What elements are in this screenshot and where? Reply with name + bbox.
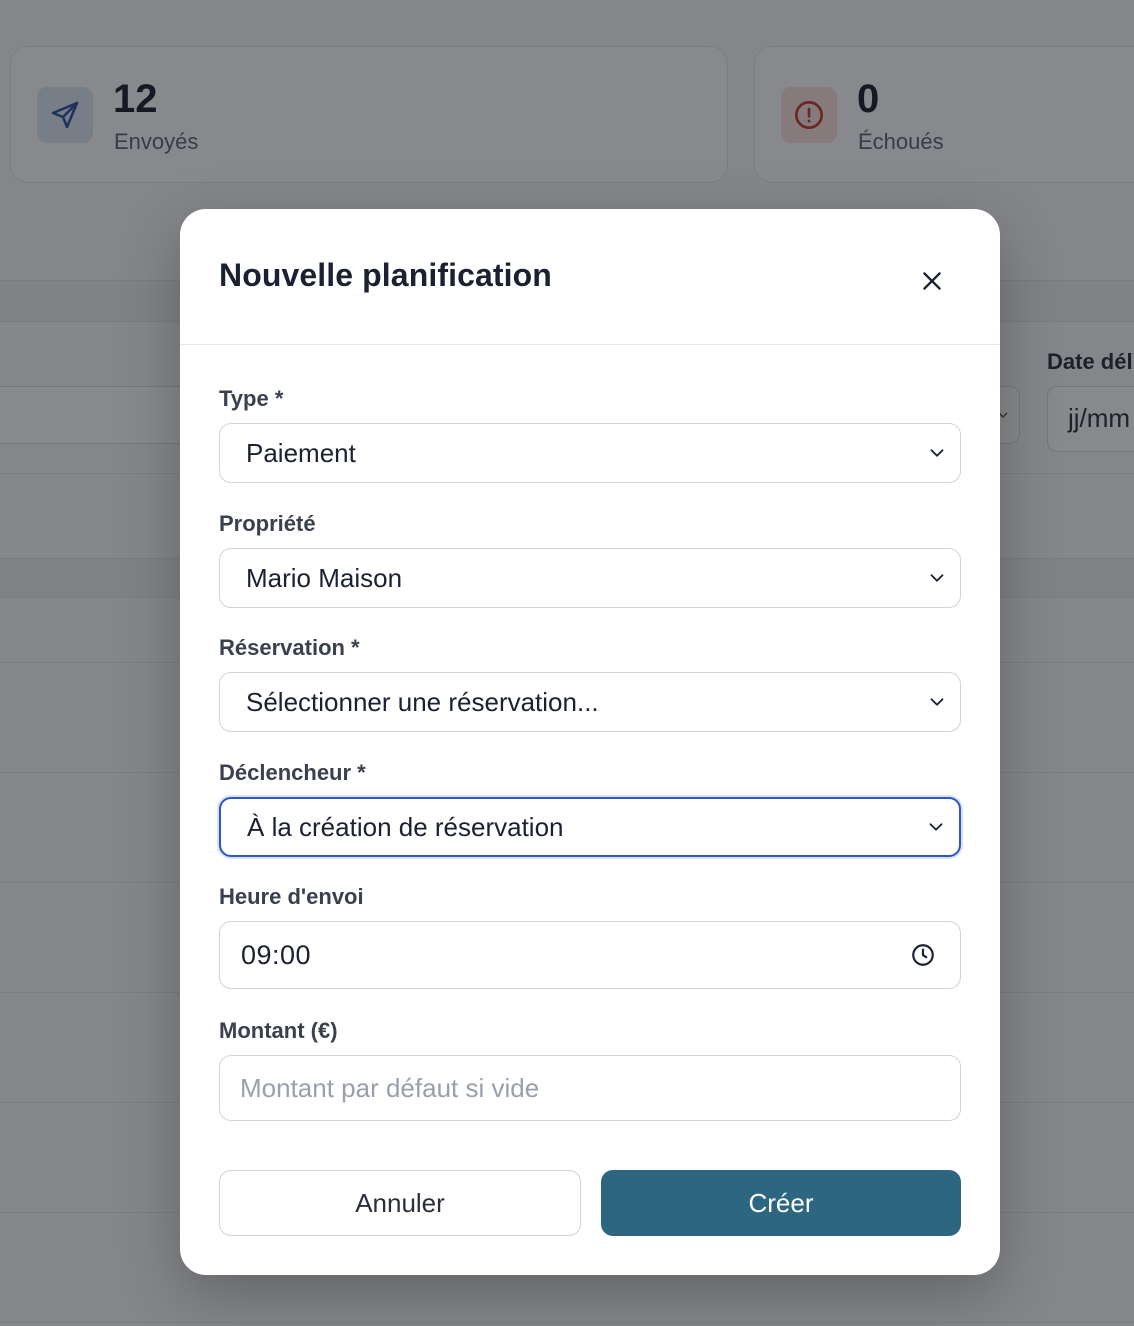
property-select[interactable]: Mario Maison — [219, 548, 961, 608]
reservation-label: Réservation * — [219, 635, 360, 660]
send-time-field: Heure d'envoi 09:00 — [219, 883, 961, 989]
modal-title: Nouvelle planification — [219, 257, 552, 293]
create-button[interactable]: Créer — [601, 1170, 961, 1236]
chevron-down-icon — [930, 574, 944, 582]
reservation-select-value: Sélectionner une réservation... — [246, 686, 599, 717]
clock-icon[interactable] — [910, 942, 936, 968]
trigger-select[interactable]: À la création de réservation — [219, 797, 961, 857]
chevron-down-icon — [930, 698, 944, 706]
trigger-label: Déclencheur * — [219, 760, 366, 785]
new-schedule-modal: Nouvelle planification Type * Paiement P… — [180, 209, 1000, 1275]
type-select[interactable]: Paiement — [219, 423, 961, 483]
type-field: Type * Paiement — [219, 385, 961, 483]
amount-label: Montant (€) — [219, 1018, 338, 1043]
property-select-value: Mario Maison — [246, 562, 403, 593]
chevron-down-icon — [929, 823, 943, 831]
amount-input[interactable]: Montant par défaut si vide — [219, 1055, 961, 1121]
property-label: Propriété — [219, 511, 316, 536]
type-label: Type * — [219, 386, 284, 411]
amount-placeholder: Montant par défaut si vide — [240, 1072, 540, 1103]
chevron-down-icon — [930, 449, 944, 457]
property-field: Propriété Mario Maison — [219, 510, 961, 608]
close-button[interactable] — [912, 261, 952, 301]
reservation-select[interactable]: Sélectionner une réservation... — [219, 672, 961, 732]
trigger-field: Déclencheur * À la création de réservati… — [219, 759, 961, 857]
type-select-value: Paiement — [246, 437, 356, 468]
send-time-label: Heure d'envoi — [219, 884, 364, 909]
close-icon — [923, 272, 941, 290]
modal-header: Nouvelle planification — [180, 209, 1000, 345]
send-time-input[interactable]: 09:00 — [219, 921, 961, 989]
amount-field: Montant (€) Montant par défaut si vide — [219, 1017, 961, 1121]
reservation-field: Réservation * Sélectionner une réservati… — [219, 634, 961, 732]
cancel-button[interactable]: Annuler — [219, 1170, 581, 1236]
send-time-value: 09:00 — [241, 939, 312, 970]
trigger-select-value: À la création de réservation — [247, 811, 564, 842]
